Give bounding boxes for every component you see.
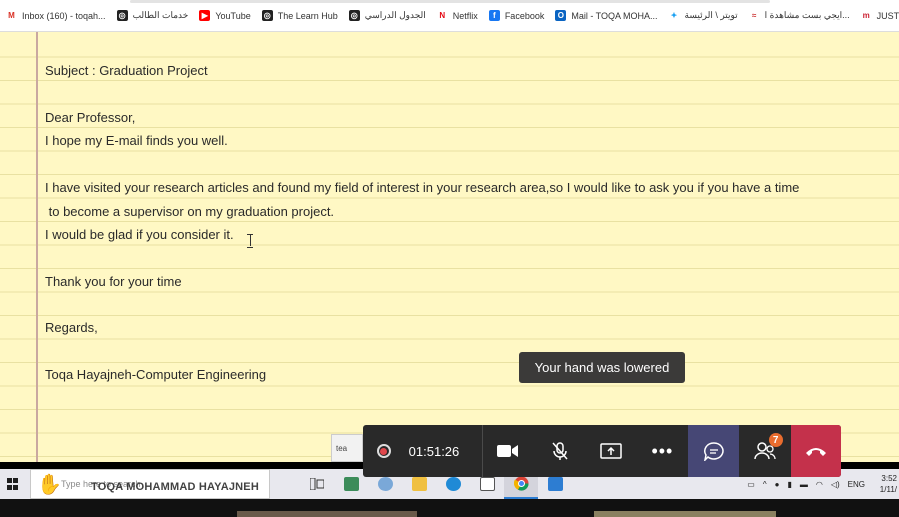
globe-icon: ◎ bbox=[348, 10, 360, 21]
facebook-icon: f bbox=[488, 10, 500, 21]
globe-icon: ◎ bbox=[261, 10, 273, 21]
bookmarks-bar: M Inbox (160) - toqah... ◎ خدمات الطالب ▶ Y… bbox=[0, 0, 899, 32]
chevron-up-icon[interactable]: ^ bbox=[763, 480, 767, 489]
camera-button[interactable] bbox=[483, 425, 534, 477]
note-signature: Toqa Hayajneh-Computer Engineering bbox=[45, 367, 267, 382]
task-view-icon bbox=[310, 478, 324, 490]
chat-icon bbox=[703, 442, 724, 461]
record-icon bbox=[376, 444, 391, 458]
paint-app-icon bbox=[377, 477, 393, 491]
leave-call-button[interactable] bbox=[790, 425, 841, 477]
twitter-icon: ✦ bbox=[670, 11, 678, 20]
note-line-1: I hope my E-mail finds you well. bbox=[45, 133, 228, 148]
more-actions-button[interactable]: ••• bbox=[637, 425, 688, 477]
bookmark-learn-hub[interactable]: ◎ The Learn Hub bbox=[261, 10, 338, 21]
video-thumbnail bbox=[237, 511, 417, 517]
hang-up-icon bbox=[805, 448, 826, 456]
start-button[interactable] bbox=[0, 469, 26, 499]
bookmark-student-services[interactable]: ◎ خدمات الطالب bbox=[116, 10, 188, 21]
bookmark-youtube[interactable]: ▶ YouTube bbox=[199, 10, 251, 21]
note-line-2: I have visited your research articles an… bbox=[45, 180, 800, 195]
teams-taskbar-preview[interactable]: tea bbox=[331, 434, 363, 462]
microphone-icon[interactable]: ● bbox=[775, 480, 780, 489]
bookmark-schedule[interactable]: ◎ الجدول الدراسي bbox=[348, 10, 426, 21]
bookmark-facebook[interactable]: f Facebook bbox=[488, 10, 544, 21]
participants-count-badge: 7 bbox=[768, 433, 783, 447]
youtube-icon: ▶ bbox=[199, 10, 211, 21]
taskbar-search-box[interactable]: ✋ Type here to search TOQA MOHAMMAD HAYA… bbox=[30, 469, 270, 499]
microphone-muted-icon bbox=[552, 442, 568, 460]
recording-indicator bbox=[371, 444, 397, 458]
bookmark-outlook-mail[interactable]: O Mail - TOQA MOHA... bbox=[555, 10, 658, 21]
note-line-3: to become a supervisor on my graduation … bbox=[45, 204, 335, 219]
chat-button[interactable] bbox=[688, 425, 740, 477]
battery-icon[interactable]: ▬ bbox=[800, 480, 808, 489]
video-app-icon bbox=[343, 477, 359, 491]
hand-lowered-toast: Your hand was lowered bbox=[519, 352, 685, 383]
microphone-button[interactable] bbox=[534, 425, 585, 477]
note-line-4: I would be glad if you consider it. bbox=[45, 227, 234, 242]
language-indicator[interactable]: ENG bbox=[848, 480, 865, 489]
outlook-icon: O bbox=[555, 10, 567, 21]
notepad-margin-line bbox=[36, 32, 38, 462]
video-thumbnail-strip bbox=[0, 499, 899, 517]
bookmark-egybest[interactable]: ≈ ايجي بست مشاهدة ا... bbox=[749, 10, 850, 21]
participant-name-overlay: TOQA MOHAMMAD HAYAJNEH bbox=[91, 481, 259, 493]
windows-logo-icon bbox=[7, 478, 19, 490]
meeting-control-bar: 01:51:26 ••• 7 bbox=[363, 425, 841, 477]
share-screen-icon bbox=[600, 443, 622, 459]
edge-icon bbox=[445, 477, 461, 491]
note-thanks: Thank you for your time bbox=[45, 274, 182, 289]
folder-icon bbox=[411, 477, 427, 491]
text-cursor-icon bbox=[247, 234, 253, 248]
netflix-icon: N bbox=[439, 11, 446, 20]
tab-strip-edge bbox=[130, 0, 770, 3]
note-greeting: Dear Professor, bbox=[45, 110, 136, 125]
bookmark-twitter[interactable]: ✦ تويتر \ الرئيسة bbox=[669, 10, 738, 21]
justlearn-icon: m bbox=[862, 11, 870, 20]
bookmark-netflix[interactable]: N Netflix bbox=[437, 10, 477, 21]
taskbar-clock[interactable]: 3:52 1/11/ bbox=[875, 473, 897, 495]
volume-icon[interactable]: ◁) bbox=[831, 480, 840, 489]
bookmark-gmail[interactable]: M Inbox (160) - toqah... bbox=[6, 10, 105, 21]
note-regards: Regards, bbox=[45, 320, 98, 335]
video-camera-icon bbox=[497, 445, 519, 457]
share-screen-button[interactable] bbox=[585, 425, 636, 477]
globe-icon: ◎ bbox=[116, 10, 128, 21]
task-view-button[interactable] bbox=[300, 469, 334, 499]
tray-icon[interactable]: ▮ bbox=[787, 480, 791, 489]
calendar-icon bbox=[479, 477, 495, 491]
egybest-icon: ≈ bbox=[751, 11, 757, 20]
wifi-icon[interactable]: ◠ bbox=[816, 480, 823, 489]
bookmark-justlearn[interactable]: mJUSTLearn 2 bbox=[861, 10, 899, 21]
mail-icon bbox=[547, 477, 563, 491]
chrome-icon bbox=[513, 476, 529, 491]
shared-notepad[interactable]: Subject : Graduation Project Dear Profes… bbox=[0, 32, 899, 462]
note-subject: Subject : Graduation Project bbox=[45, 63, 208, 78]
meeting-timer: 01:51:26 bbox=[408, 443, 460, 459]
video-thumbnail bbox=[594, 511, 776, 517]
participants-button[interactable]: 7 bbox=[739, 425, 790, 477]
tray-app-icon[interactable]: ▭ bbox=[747, 480, 755, 489]
raise-hand-icon: ✋ bbox=[37, 474, 62, 496]
gmail-icon: M bbox=[8, 11, 15, 20]
more-icon: ••• bbox=[651, 441, 674, 461]
